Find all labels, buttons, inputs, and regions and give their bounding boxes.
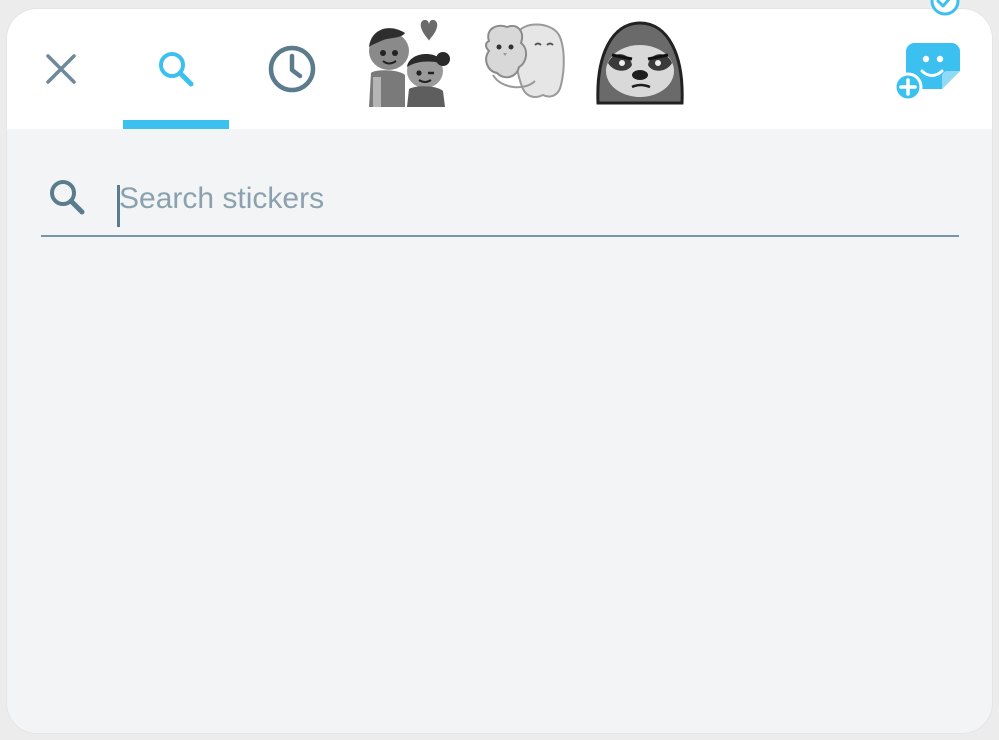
ghosts-sticker-icon (485, 23, 565, 98)
sticker-search-input[interactable] (117, 177, 939, 221)
close-icon (46, 54, 76, 84)
search-icon (50, 180, 85, 215)
sticker-tab-bar (7, 9, 992, 129)
active-tab-indicator (123, 120, 229, 129)
sticker-pack-sloth[interactable] (592, 15, 688, 107)
search-icon (159, 52, 194, 87)
add-sticker-icon (894, 43, 960, 101)
sticker-search-bar (41, 159, 959, 237)
add-sticker-pack-button[interactable] (885, 9, 975, 129)
tab-search[interactable] (123, 9, 229, 129)
couple-sticker-icon (369, 19, 450, 107)
check-circle-icon (930, 0, 960, 16)
tab-recent[interactable] (257, 9, 327, 129)
text-cursor (117, 185, 120, 227)
sticker-pack-ghosts[interactable] (477, 15, 573, 107)
close-button[interactable] (27, 9, 95, 129)
sticker-pack-couple[interactable] (359, 15, 455, 107)
sloth-sticker-icon (596, 21, 684, 105)
sticker-panel (7, 9, 992, 733)
clock-icon (268, 45, 316, 93)
